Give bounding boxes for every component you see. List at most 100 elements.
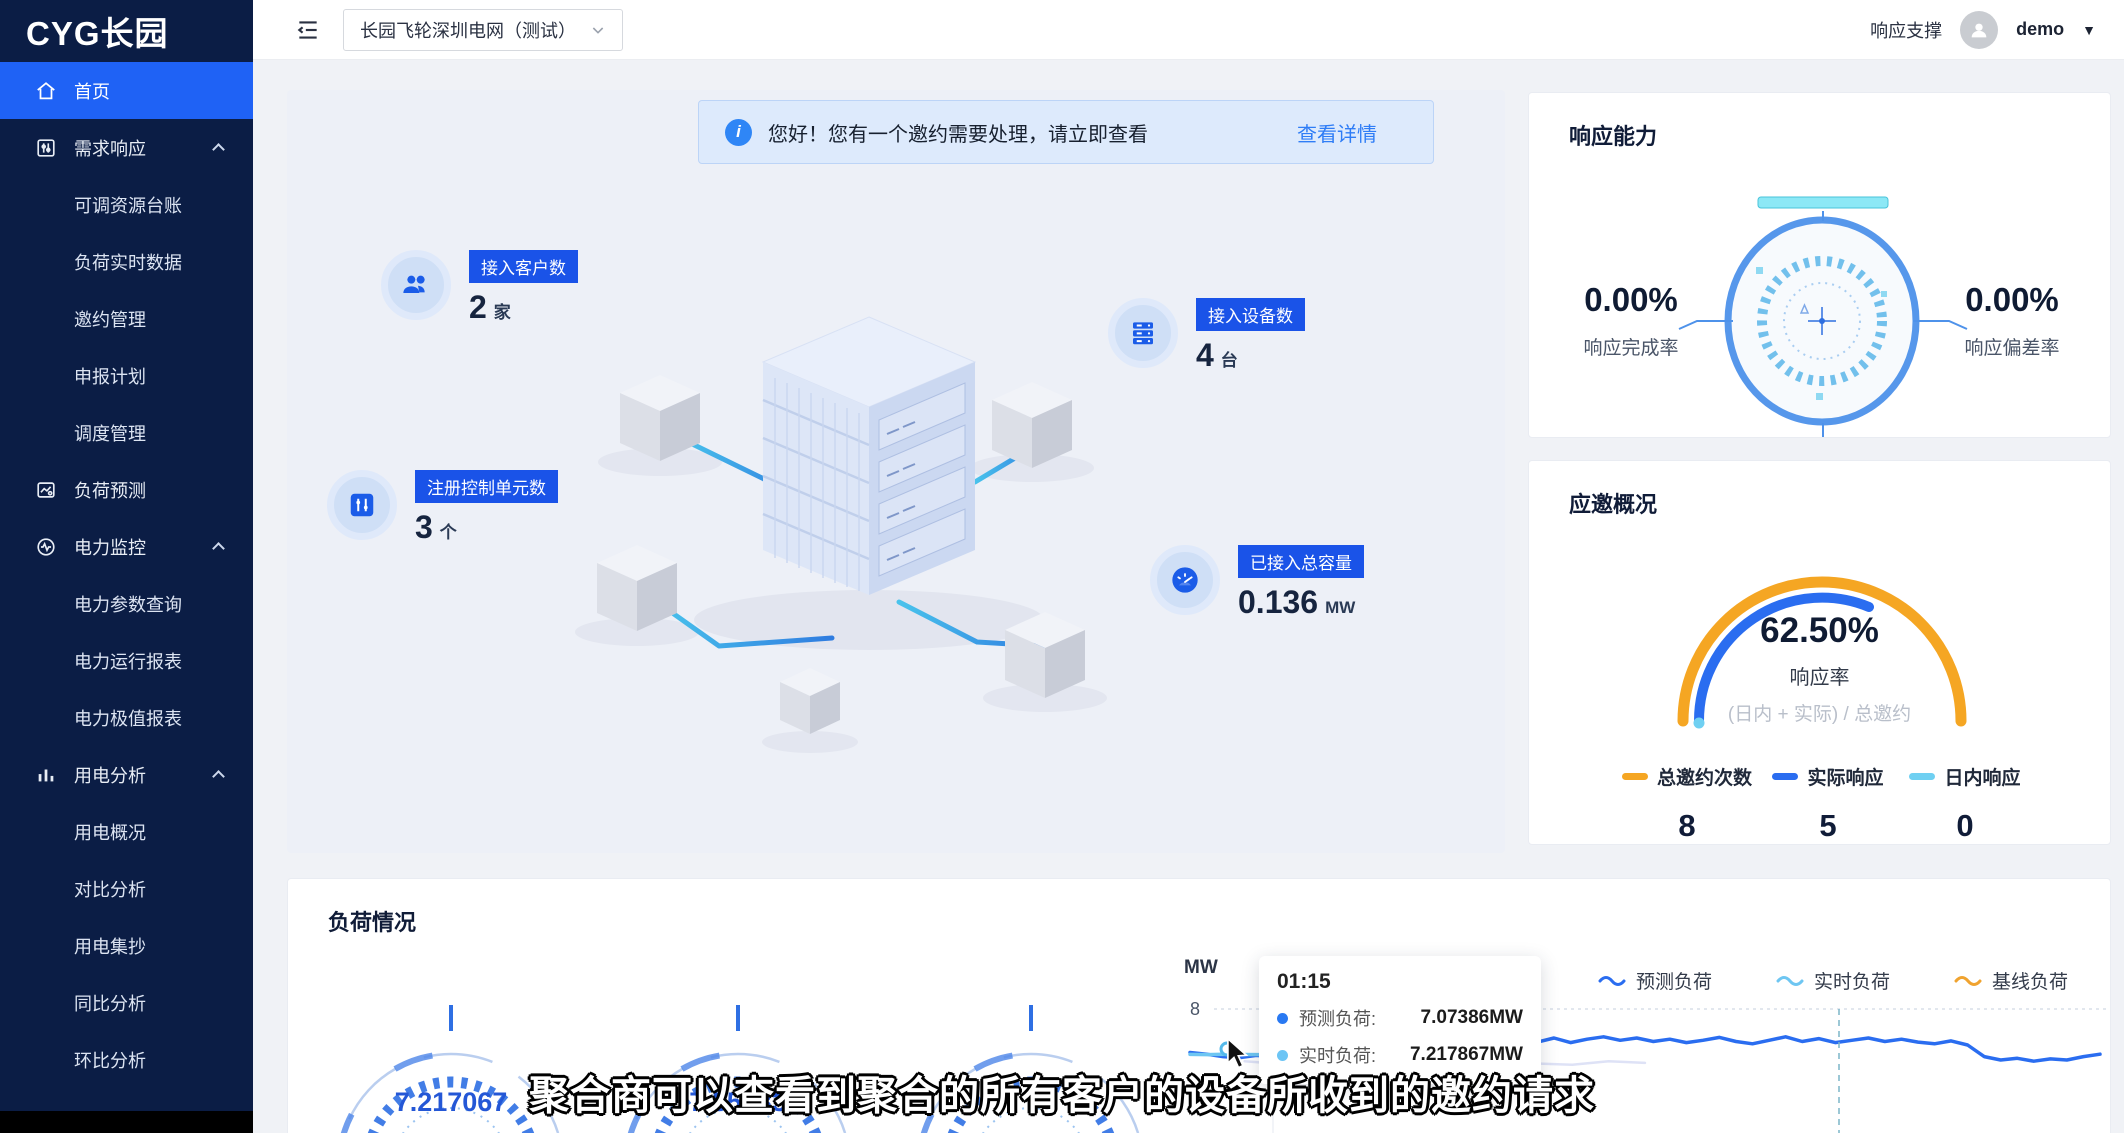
legend-total-invitations: 总邀约次数 8 (1612, 763, 1762, 844)
tooltip-time: 01:15 (1277, 970, 1523, 994)
video-subtitle: 聚合商可以查看到聚合的所有客户的设备所收到的邀约请求 (0, 1063, 2124, 1121)
legend-baseline-load[interactable]: 基线负荷 (1954, 967, 2068, 994)
legend-value: 8 (1612, 808, 1762, 844)
sidebar-item-label: 电力监控 (74, 534, 146, 560)
legend-forecast-load[interactable]: 预测负荷 (1598, 967, 1712, 994)
legend-dash (1909, 773, 1935, 780)
sidebar: CYG长园 首页 需求响应 可调资源台账 负荷实时数据 邀约管理 申报计划 调度… (0, 0, 253, 1133)
response-rate-formula: (日内 + 实际) / 总邀约 (1529, 699, 2110, 726)
stat-value: 3 (415, 509, 433, 546)
legend-realtime-load[interactable]: 实时负荷 (1776, 967, 1890, 994)
sidebar-item-load-forecast[interactable]: 负荷预测 (0, 461, 253, 518)
topbar: 长园飞轮深圳电网（测试） 响应支撑 demo ▼ (253, 0, 2124, 60)
load-forecast-icon (34, 478, 58, 502)
avatar[interactable] (1960, 11, 1998, 49)
stat-unit: 台 (1221, 346, 1238, 371)
info-icon: i (725, 119, 752, 146)
legend-dash (1622, 773, 1648, 780)
main-content: i 您好！您有一个邀约需要处理，请立即查看 查看详情 接入客户数 2家 接入设备… (253, 60, 2124, 1133)
org-selector-dropdown[interactable]: 长园飞轮深圳电网（测试） (343, 9, 623, 51)
response-ability-card: 响应能力 0.00% 响应完成率 0.00% 响应偏差率 (1528, 92, 2111, 438)
completion-rate-label: 响应完成率 (1551, 333, 1711, 360)
sidebar-item-label: 负荷预测 (74, 477, 146, 503)
chevron-up-icon (212, 542, 225, 555)
demand-response-icon (34, 136, 58, 160)
topbar-right: 响应支撑 demo ▼ (1870, 11, 2096, 49)
card-title: 响应能力 (1569, 119, 1657, 151)
series-dot (1277, 1050, 1288, 1061)
load-chart-legend: 预测负荷 实时负荷 基线负荷 (1598, 967, 2068, 994)
invitation-overview-card: 应邀概况 62.50% 响应率 (日内 + 实际) / 总邀约 总邀约次数 8 … (1528, 460, 2111, 845)
stat-control-units: 注册控制单元数 3个 (327, 470, 558, 546)
series-dot (1277, 1013, 1288, 1024)
sidebar-item-load-realtime-data[interactable]: 负荷实时数据 (0, 233, 253, 290)
stat-label-badge: 接入客户数 (469, 250, 578, 283)
sidebar-item-home[interactable]: 首页 (0, 62, 253, 119)
view-details-link[interactable]: 查看详情 (1297, 118, 1377, 147)
wave-icon (1954, 973, 1982, 989)
sidebar-item-power-monitor[interactable]: 电力监控 (0, 518, 253, 575)
completion-rate-value: 0.00% (1551, 281, 1711, 319)
sidebar-item-adjustable-resources[interactable]: 可调资源台账 (0, 176, 253, 233)
customers-icon (381, 250, 451, 320)
overview-hero-panel: i 您好！您有一个邀约需要处理，请立即查看 查看详情 接入客户数 2家 接入设备… (287, 90, 1505, 853)
legend-value: 5 (1753, 808, 1903, 844)
wave-icon (1776, 973, 1804, 989)
y-axis-unit: MW (1184, 957, 1218, 978)
response-rate-value: 62.50% (1529, 611, 2110, 651)
banner-message: 您好！您有一个邀约需要处理，请立即查看 (768, 118, 1148, 147)
user-menu-caret-icon[interactable]: ▼ (2082, 22, 2096, 38)
username[interactable]: demo (2016, 19, 2064, 40)
power-monitor-icon (34, 535, 58, 559)
sidebar-item-usage-overview[interactable]: 用电概况 (0, 803, 253, 860)
stat-unit: 家 (494, 298, 511, 323)
chevron-up-icon (212, 143, 225, 156)
stat-value: 4 (1196, 337, 1214, 374)
menu-fold-icon[interactable] (295, 17, 321, 43)
card-title: 负荷情况 (328, 905, 416, 937)
notification-banner: i 您好！您有一个邀约需要处理，请立即查看 查看详情 (698, 100, 1434, 164)
response-rate-label: 响应率 (1529, 661, 2110, 690)
chevron-down-icon (590, 22, 606, 38)
stat-label-badge: 接入设备数 (1196, 298, 1305, 331)
deviation-rate-stat: 0.00% 响应偏差率 (1932, 281, 2092, 360)
usage-analysis-icon (34, 763, 58, 787)
control-units-icon (327, 470, 397, 540)
support-link[interactable]: 响应支撑 (1870, 17, 1942, 43)
sidebar-item-yoy-analysis[interactable]: 同比分析 (0, 974, 253, 1031)
capacity-gauge-icon (1150, 545, 1220, 615)
sidebar-item-usage-analysis[interactable]: 用电分析 (0, 746, 253, 803)
completion-rate-stat: 0.00% 响应完成率 (1551, 281, 1711, 360)
sidebar-item-label: 首页 (74, 78, 110, 104)
sidebar-item-compare-analysis[interactable]: 对比分析 (0, 860, 253, 917)
sidebar-item-label: 需求响应 (74, 135, 146, 161)
sidebar-item-demand-response[interactable]: 需求响应 (0, 119, 253, 176)
sidebar-item-power-params[interactable]: 电力参数查询 (0, 575, 253, 632)
card-title: 应邀概况 (1569, 487, 1657, 519)
stat-value: 0.136 (1238, 584, 1318, 621)
stat-devices: 接入设备数 4台 (1108, 298, 1305, 374)
sidebar-item-declaration-plan[interactable]: 申报计划 (0, 347, 253, 404)
user-icon (1968, 19, 1990, 41)
sidebar-item-power-run-report[interactable]: 电力运行报表 (0, 632, 253, 689)
legend-value: 0 (1890, 808, 2040, 844)
legend-actual-response: 实际响应 5 (1753, 763, 1903, 844)
org-selector-value: 长园飞轮深圳电网（测试） (360, 17, 576, 43)
deviation-rate-value: 0.00% (1932, 281, 2092, 319)
stat-label-badge: 注册控制单元数 (415, 470, 558, 503)
chevron-up-icon (212, 770, 225, 783)
devices-icon (1108, 298, 1178, 368)
stat-value: 2 (469, 289, 487, 326)
stat-capacity: 已接入总容量 0.136MW (1150, 545, 1364, 621)
app-logo: CYG长园 (0, 0, 253, 62)
sidebar-nav: 首页 需求响应 可调资源台账 负荷实时数据 邀约管理 申报计划 调度管理 负荷预… (0, 62, 253, 1088)
stat-unit: MW (1325, 598, 1355, 618)
sidebar-item-dispatch-management[interactable]: 调度管理 (0, 404, 253, 461)
sidebar-item-power-extreme-report[interactable]: 电力极值报表 (0, 689, 253, 746)
y-axis-tick: 8 (1190, 999, 1200, 1019)
sidebar-item-label: 用电分析 (74, 762, 146, 788)
legend-intraday-response: 日内响应 0 (1890, 763, 2040, 844)
sidebar-item-meter-reading[interactable]: 用电集抄 (0, 917, 253, 974)
home-icon (34, 79, 58, 103)
sidebar-item-invitation-management[interactable]: 邀约管理 (0, 290, 253, 347)
